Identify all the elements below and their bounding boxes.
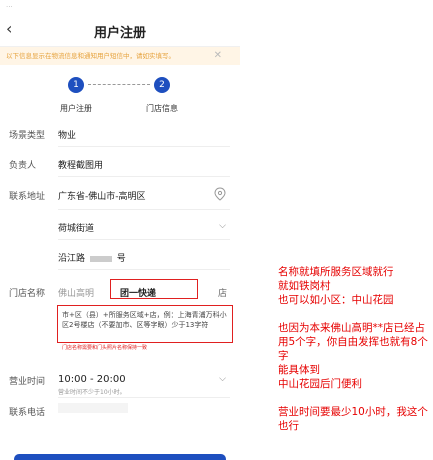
road-prefix: 沿江路 [58, 254, 86, 264]
owner-value: 教程截图用 [58, 161, 104, 171]
hours-label: 营业时间 [9, 377, 46, 387]
redacted-number [89, 255, 112, 262]
road-value[interactable]: 沿江路 号 [58, 251, 126, 264]
owner-label: 负责人 [9, 161, 37, 171]
notice-text: 以下信息显示在物流信息和通知用户短信中，请如实填写。 [6, 52, 175, 60]
highlight-box [57, 305, 233, 343]
address-value: 广东省-佛山市-高明区 [58, 192, 146, 202]
street-value: 荷城街道 [58, 224, 95, 234]
step-2-circle: 2 [154, 77, 170, 93]
divider [58, 239, 230, 240]
store-name-label: 门店名称 [9, 289, 46, 299]
step-1-label: 用户注册 [60, 104, 92, 113]
address-label: 联系地址 [9, 192, 46, 202]
page-title: 用户注册 [93, 26, 146, 41]
step-connector [88, 84, 150, 85]
annotation-line: 能具体到 [278, 364, 320, 376]
title-bar: ‹ 用户注册 [0, 14, 240, 47]
scene-type-value: 物业 [58, 131, 77, 141]
store-prefix: 佛山高明 [58, 289, 95, 299]
store-name-note: 门店名称需要和门头照片名称保持一致 [62, 345, 148, 351]
divider [58, 146, 230, 147]
notice-banner: 以下信息显示在物流信息和通知用户短信中，请如实填写。 ✕ [0, 47, 240, 65]
chevron-down-icon[interactable]: ⌵ [219, 374, 226, 384]
annotation-line: 中山花园后门便利 [278, 378, 362, 390]
divider [58, 176, 230, 177]
annotation-line: 也可以如小区：中山花园 [278, 294, 394, 306]
hours-value: 10:00 - 20:00 [58, 374, 126, 385]
phone-label: 联系电话 [9, 408, 46, 418]
phone-screen: ··· ‹ 用户注册 以下信息显示在物流信息和通知用户短信中，请如实填写。 ✕ … [0, 0, 240, 460]
close-icon[interactable]: ✕ [214, 47, 222, 65]
step-1-circle: 1 [68, 77, 84, 93]
divider [58, 397, 230, 398]
divider [58, 269, 230, 270]
status-bar: ··· [0, 0, 240, 14]
highlight-box [110, 279, 198, 299]
scene-type-label: 场景类型 [9, 131, 46, 141]
annotation-line: 就如铁岗村 [278, 280, 331, 292]
hours-subtext: 营业时间不少于10小时。 [58, 389, 126, 396]
store-suffix: 店 [218, 289, 228, 299]
annotation-line: 名称就填所服务区域就行 [278, 266, 394, 278]
step-2-label: 门店信息 [146, 104, 178, 113]
phone-input[interactable] [58, 403, 128, 413]
submit-button[interactable] [14, 454, 226, 460]
location-pin-icon[interactable] [214, 187, 226, 201]
divider [58, 209, 230, 210]
road-suffix: 号 [116, 254, 126, 264]
chevron-down-icon[interactable]: ⌵ [219, 221, 226, 231]
annotation-text: 名称就填所服务区域就行 就如铁岗村 也可以如小区：中山花园 也因为本来佛山高明*… [278, 265, 428, 433]
annotation-line: 营业时间要最少10小时，我这个也行 [278, 406, 428, 432]
stepper: 1 2 用户注册 门店信息 [0, 65, 240, 133]
annotation-line: 也因为本来佛山高明**店已经占用5个字，你自由发挥也就有8个字 [278, 322, 428, 362]
